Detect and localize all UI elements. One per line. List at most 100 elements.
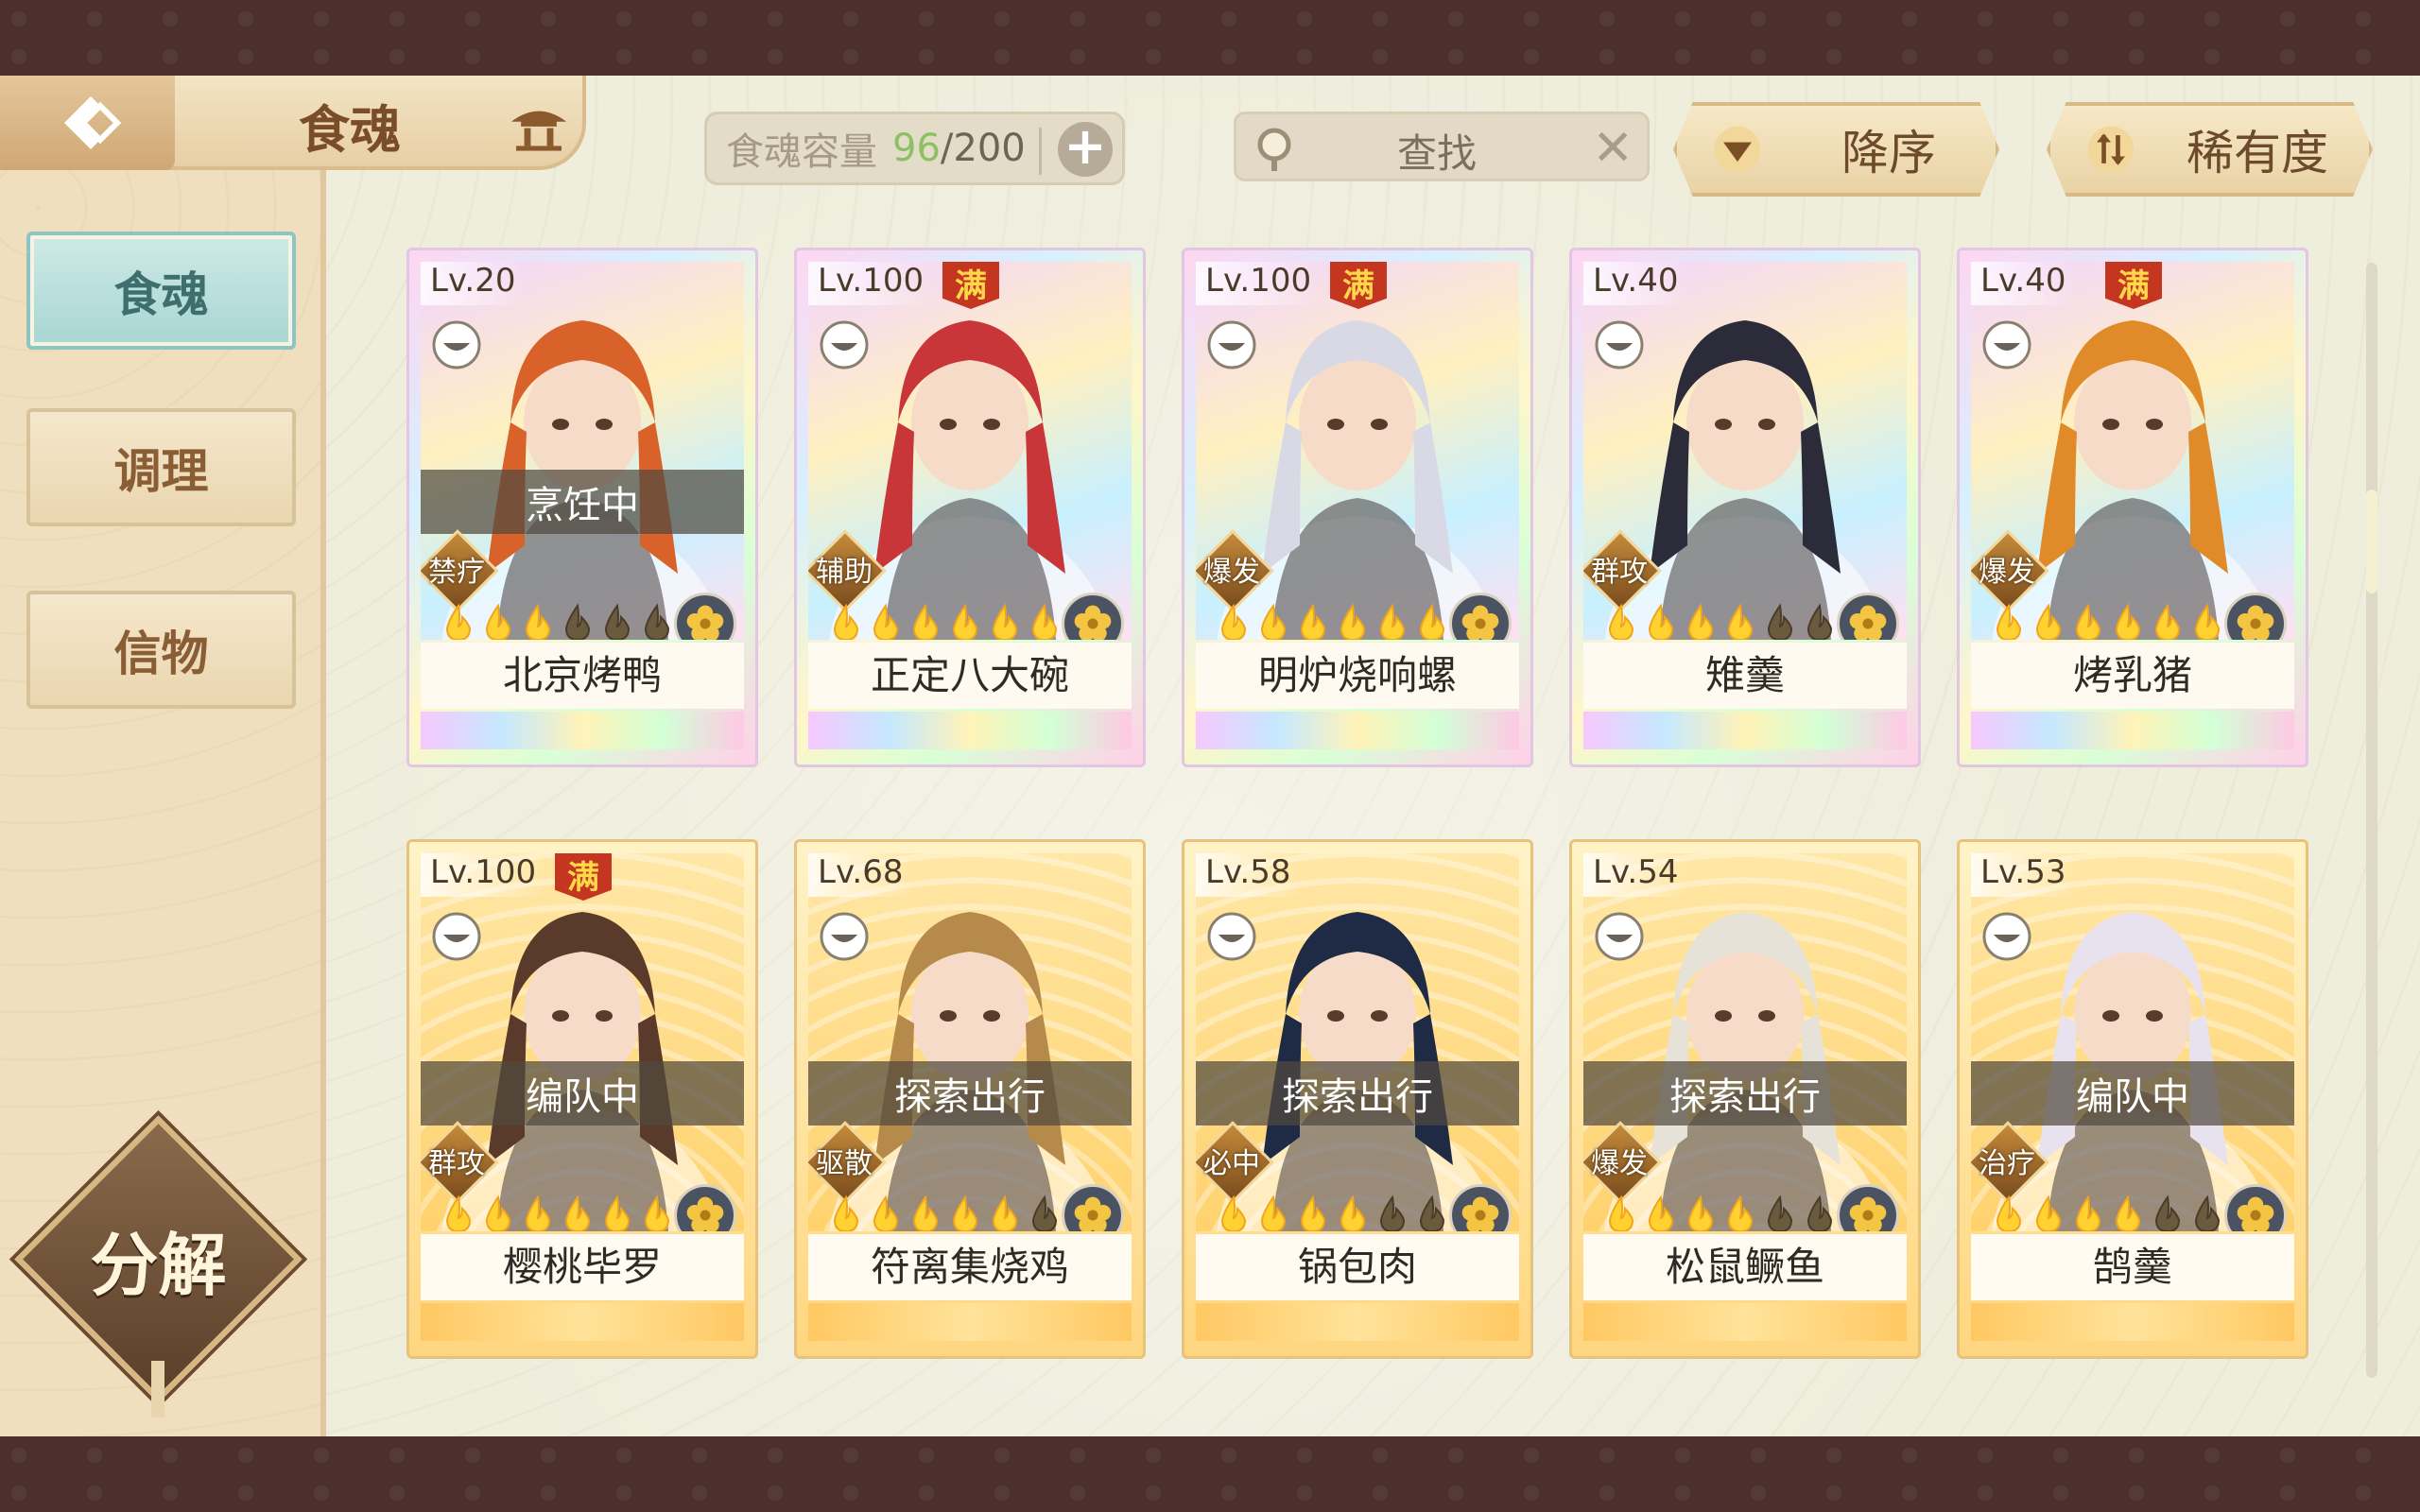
star-rating: [440, 602, 676, 640]
star-rating: [1215, 602, 1451, 640]
role-label: 辅助: [816, 556, 873, 589]
tab-food-souls[interactable]: 食魂: [26, 232, 296, 350]
tab-cooking[interactable]: 调理: [26, 408, 296, 526]
flame-star-icon: [873, 1194, 899, 1231]
card-footer: [808, 712, 1132, 749]
role-label: 治疗: [1979, 1147, 2035, 1180]
card-art: Lv.58 探索出行 必中: [1196, 853, 1519, 1231]
search-icon: [1257, 128, 1291, 171]
flame-star-icon: [525, 1194, 551, 1231]
tab-tokens[interactable]: 信物: [26, 591, 296, 709]
flame-star-icon: [1727, 603, 1754, 640]
card-footer: [421, 1303, 744, 1341]
pavilion-button[interactable]: [501, 93, 577, 159]
food-soul-card[interactable]: Lv.100 满爆发 明炉烧响螺: [1182, 248, 1533, 767]
flame-star-icon: [912, 1194, 939, 1231]
flame-star-icon: [1379, 1194, 1406, 1231]
top-frame-border: [0, 0, 2420, 76]
bowl-icon: [820, 912, 869, 961]
level-label: Lv.100: [808, 262, 934, 305]
flame-star-icon: [1220, 603, 1247, 640]
level-label: Lv.40: [1583, 262, 1688, 305]
card-art: Lv.68 探索出行 驱散: [808, 853, 1132, 1231]
card-footer: [1971, 712, 2294, 749]
flame-star-icon: [952, 603, 978, 640]
card-footer: [1196, 712, 1519, 749]
role-badge: 爆发: [1196, 529, 1290, 612]
food-soul-card[interactable]: Lv.58 探索出行 必中 锅包肉: [1182, 839, 1533, 1359]
flame-star-icon: [1996, 603, 2022, 640]
bowl-icon: [1595, 912, 1644, 961]
bowl-icon: [432, 320, 481, 369]
flame-star-icon: [1260, 1194, 1287, 1231]
flame-star-icon: [2154, 1194, 2181, 1231]
flame-star-icon: [1300, 603, 1326, 640]
flame-star-icon: [1687, 1194, 1714, 1231]
flame-star-icon: [1767, 603, 1793, 640]
scroll-thumb[interactable]: [2366, 490, 2377, 593]
food-soul-card[interactable]: Lv.40 满爆发 烤乳猪: [1957, 248, 2308, 767]
card-footer: [421, 712, 744, 749]
flame-star-icon: [604, 1194, 631, 1231]
flame-star-icon: [1260, 603, 1287, 640]
flame-star-icon: [952, 1194, 978, 1231]
flame-star-icon: [992, 1194, 1018, 1231]
search-box[interactable]: 查找 ✕: [1234, 112, 1650, 181]
role-badge: 爆发: [1971, 529, 2066, 612]
role-label: 驱散: [816, 1147, 873, 1180]
flame-star-icon: [1727, 1194, 1754, 1231]
vertical-scrollbar[interactable]: [2366, 263, 2377, 1378]
status-banner: 编队中: [421, 1061, 744, 1125]
role-badge: 治疗: [1971, 1121, 2066, 1204]
level-label: Lv.20: [421, 262, 526, 305]
bowl-icon: [1207, 912, 1256, 961]
food-soul-card[interactable]: Lv.54 探索出行 爆发 松鼠鳜鱼: [1569, 839, 1921, 1359]
card-footer: [1971, 1303, 2294, 1341]
flame-star-icon: [1648, 1194, 1674, 1231]
flame-star-icon: [2115, 1194, 2141, 1231]
role-badge: 爆发: [1583, 1121, 1678, 1204]
clear-search-icon[interactable]: ✕: [1592, 122, 1634, 175]
flame-star-icon: [1419, 603, 1445, 640]
flame-star-icon: [2075, 603, 2101, 640]
role-label: 爆发: [1591, 1147, 1648, 1180]
food-soul-card[interactable]: Lv.20 烹饪中 禁疗 北京烤鸭: [406, 248, 758, 767]
sort-key-button[interactable]: 稀有度: [2047, 102, 2373, 197]
flame-star-icon: [1220, 1194, 1247, 1231]
food-soul-card[interactable]: Lv.68 探索出行 驱散 符离集烧鸡: [794, 839, 1146, 1359]
decompose-label[interactable]: 分解: [57, 1210, 260, 1309]
sort-order-button[interactable]: 降序: [1673, 102, 1999, 197]
flame-star-icon: [2075, 1194, 2101, 1231]
food-soul-card[interactable]: Lv.100 满辅助 正定八大碗: [794, 248, 1146, 767]
flame-star-icon: [1806, 1194, 1833, 1231]
food-soul-name: 锅包肉: [1196, 1234, 1519, 1300]
food-soul-card[interactable]: Lv.53 编队中 治疗 鹄羹: [1957, 839, 2308, 1359]
capacity-max: /200: [940, 127, 1026, 170]
sort-key-label: 稀有度: [2187, 126, 2328, 180]
star-rating: [1215, 1194, 1451, 1231]
status-banner: 探索出行: [1583, 1061, 1907, 1125]
bowl-icon: [1982, 320, 2031, 369]
star-rating: [827, 602, 1063, 640]
level-label: Lv.58: [1196, 853, 1301, 897]
swap-arrows-icon: [2073, 112, 2149, 187]
expand-capacity-button[interactable]: +: [1058, 121, 1113, 177]
flame-star-icon: [564, 603, 591, 640]
sort-desc-icon: [1700, 112, 1775, 187]
back-button[interactable]: [0, 76, 175, 170]
flame-star-icon: [1031, 603, 1058, 640]
flame-star-icon: [445, 1194, 472, 1231]
card-art: Lv.40 满爆发: [1971, 262, 2294, 640]
flame-star-icon: [485, 603, 511, 640]
bottom-frame-border: [0, 1436, 2420, 1512]
food-soul-card[interactable]: Lv.100 满编队中 群攻 樱桃毕罗: [406, 839, 758, 1359]
star-rating: [1990, 1194, 2226, 1231]
flame-star-icon: [1648, 603, 1674, 640]
star-rating: [1990, 602, 2226, 640]
page-title: 食魂: [299, 98, 401, 160]
role-badge: 必中: [1196, 1121, 1290, 1204]
star-rating: [827, 1194, 1063, 1231]
status-banner: 烹饪中: [421, 470, 744, 534]
status-banner: 编队中: [1971, 1061, 2294, 1125]
food-soul-card[interactable]: Lv.40 群攻 雉羹: [1569, 248, 1921, 767]
